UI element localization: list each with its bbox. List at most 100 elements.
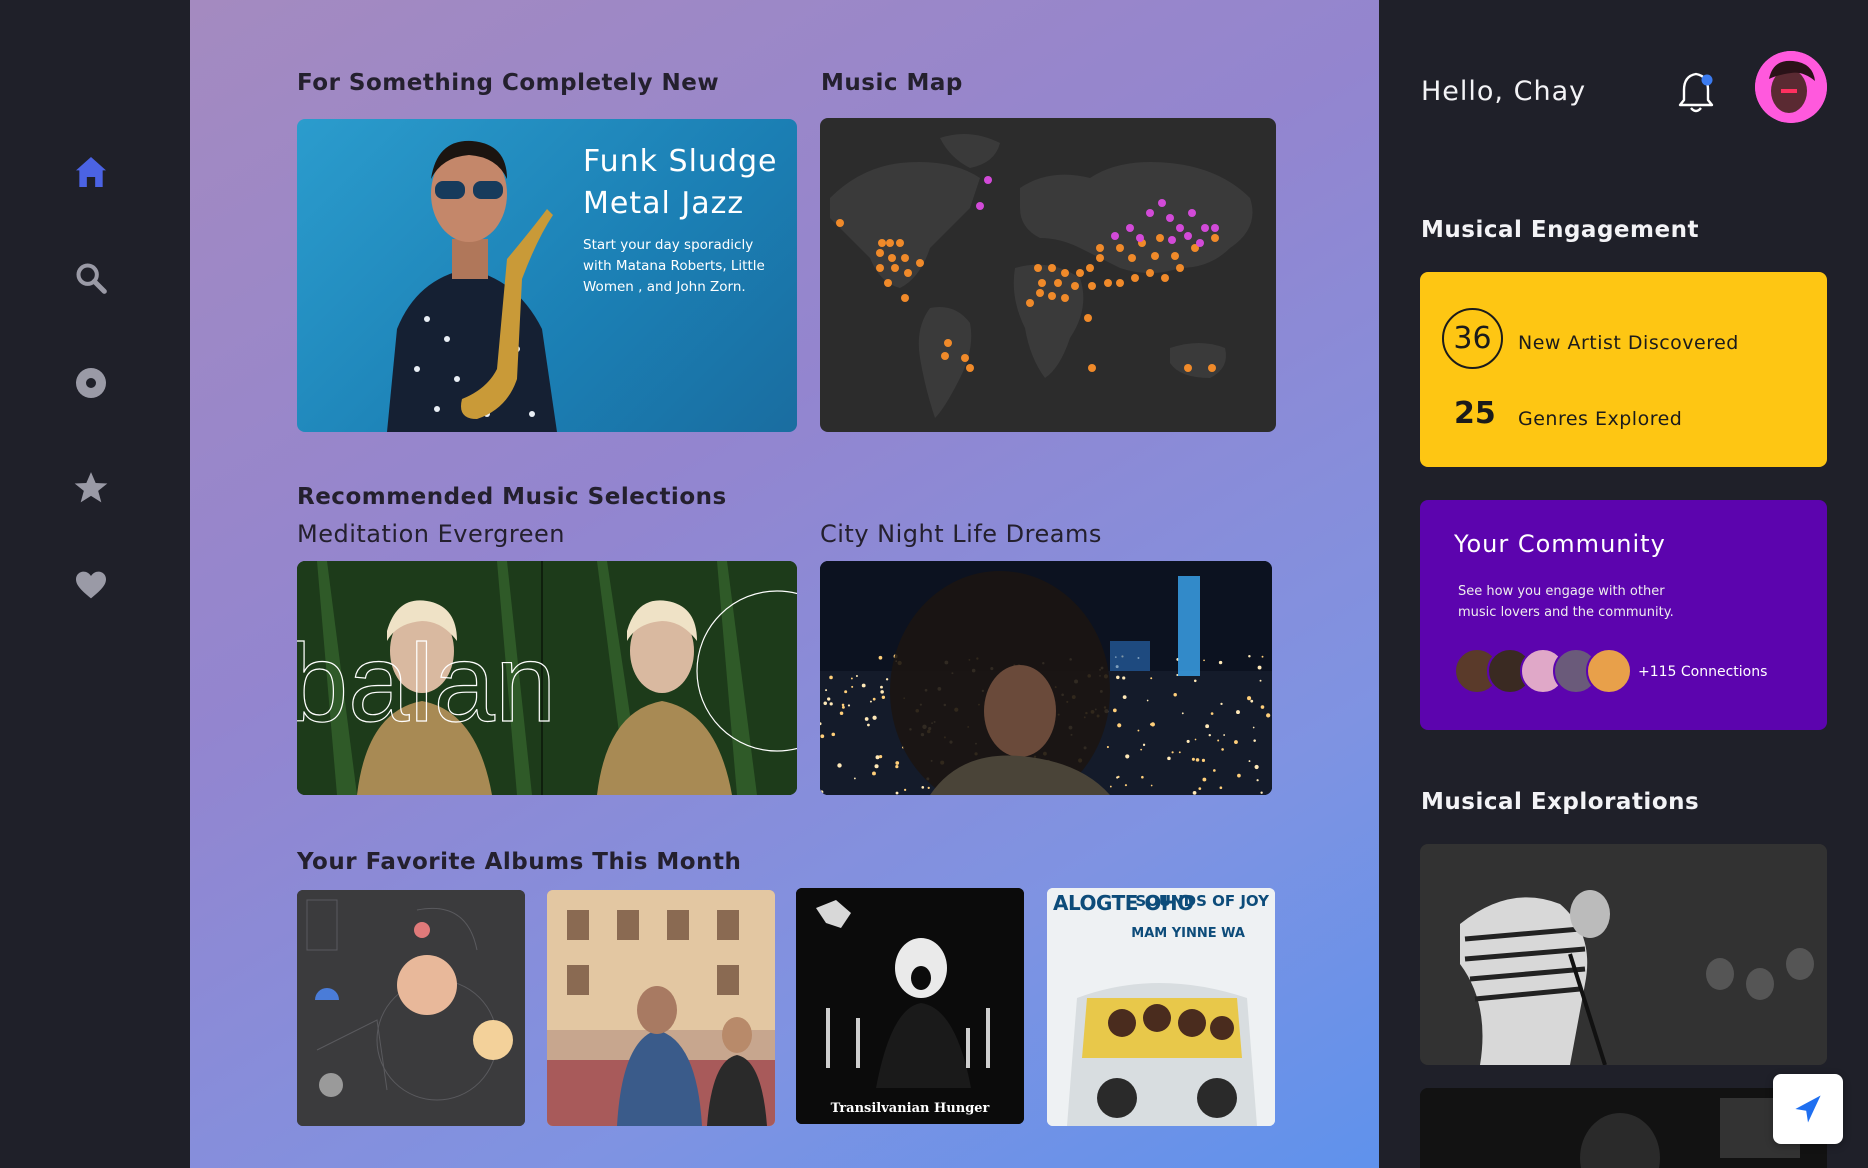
city-light — [837, 763, 842, 768]
svg-text:balan: balan — [297, 622, 556, 745]
map-dot — [1136, 234, 1144, 242]
world-map — [830, 134, 1253, 418]
community-avatars — [1454, 648, 1644, 696]
map-dot — [1211, 224, 1219, 232]
city-light — [1146, 699, 1149, 702]
city-light — [1261, 655, 1264, 658]
city-light — [1192, 790, 1197, 795]
map-dot — [1176, 224, 1184, 232]
avatar — [1586, 648, 1632, 694]
album-cover-2[interactable] — [547, 890, 775, 1126]
city-light — [872, 715, 877, 720]
city-light — [895, 761, 900, 765]
map-dot — [1176, 264, 1184, 272]
community-title: Your Community — [1454, 530, 1666, 558]
city-light — [875, 755, 880, 760]
recommended-item-title-1[interactable]: Meditation Evergreen — [297, 520, 565, 548]
map-dot — [1158, 199, 1166, 207]
city-light — [1248, 760, 1251, 763]
city-light — [1141, 775, 1144, 779]
city-light — [1260, 791, 1263, 794]
featured-card-title: Funk Sludge Metal Jazz — [583, 144, 778, 221]
bell-icon[interactable] — [1675, 68, 1717, 116]
map-dot — [1088, 364, 1096, 372]
city-light — [1122, 676, 1126, 680]
city-light — [1234, 740, 1238, 744]
search-icon[interactable] — [67, 254, 115, 302]
artists-label: New Artist Discovered — [1518, 332, 1739, 354]
city-light — [1117, 723, 1122, 728]
city-light — [1181, 712, 1184, 715]
saxophonist-image — [387, 140, 557, 432]
city-light — [1218, 660, 1223, 665]
send-button[interactable] — [1773, 1074, 1843, 1144]
city-light — [867, 723, 870, 727]
map-dot — [884, 279, 892, 287]
city-light — [881, 695, 886, 699]
city-light — [829, 675, 833, 680]
map-dot — [1096, 254, 1104, 262]
city-light — [839, 711, 844, 716]
right-panel: Hello, Chay Musical Engagement 36 New Ar… — [1379, 0, 1868, 1168]
album-cover-1[interactable] — [297, 890, 525, 1126]
map-dot — [878, 239, 886, 247]
map-dot — [1184, 232, 1192, 240]
city-light — [847, 704, 851, 707]
city-light — [1122, 695, 1127, 700]
music-map-card[interactable] — [820, 118, 1276, 432]
map-dot — [1048, 264, 1056, 272]
meditation-evergreen-image[interactable]: balan — [297, 561, 797, 795]
recommended-item-title-2[interactable]: City Night Life Dreams — [820, 520, 1102, 548]
disc-icon[interactable] — [67, 359, 115, 407]
city-light — [1112, 708, 1117, 713]
city-light — [1125, 754, 1130, 759]
city-light — [895, 765, 899, 769]
city-light — [1247, 696, 1252, 701]
city-light — [851, 685, 854, 688]
exploration-image-2[interactable] — [1420, 1088, 1827, 1168]
map-dot — [1208, 364, 1216, 372]
city-light — [1252, 726, 1255, 729]
city-light — [1198, 787, 1202, 790]
city-light — [1253, 739, 1256, 742]
connections-count[interactable]: +115 Connections — [1638, 664, 1767, 680]
city-night-life-image[interactable] — [820, 561, 1272, 795]
star-icon[interactable] — [67, 464, 115, 512]
city-light — [869, 700, 872, 703]
featured-card-description: Start your day sporadicly with Matana Ro… — [583, 237, 765, 295]
album-cover-3[interactable]: Transilvanian Hunger — [796, 888, 1024, 1124]
map-dot — [886, 239, 894, 247]
map-dot — [1088, 282, 1096, 290]
map-dot — [876, 249, 884, 257]
city-light — [1266, 713, 1271, 718]
map-dot — [1146, 209, 1154, 217]
map-dot — [1128, 254, 1136, 262]
city-light — [1173, 693, 1177, 697]
city-light — [874, 764, 879, 769]
main-content: For Something Completely New Music Map F… — [190, 0, 1379, 1168]
user-avatar[interactable] — [1755, 51, 1827, 123]
city-light — [1150, 677, 1153, 680]
city-light — [1142, 743, 1146, 747]
city-light — [1237, 773, 1241, 778]
album-cover-4[interactable]: ALOGTE OHO SOUNDS OF JOY MAM YINNE WA — [1047, 888, 1275, 1126]
map-dot — [1161, 274, 1169, 282]
map-dot — [1156, 234, 1164, 242]
city-light — [1203, 659, 1205, 662]
city-light — [927, 786, 930, 790]
map-dot — [976, 202, 984, 210]
map-dot — [916, 259, 924, 267]
map-dot — [836, 219, 844, 227]
home-icon[interactable] — [67, 148, 115, 196]
city-light — [841, 705, 845, 709]
map-dot — [901, 254, 909, 262]
album-cover-4-title-3: MAM YINNE WA — [1131, 926, 1245, 941]
heart-icon[interactable] — [67, 561, 115, 609]
city-light — [1195, 758, 1200, 762]
city-light — [1140, 748, 1143, 751]
exploration-image-1[interactable] — [1420, 844, 1827, 1065]
featured-playlist-card[interactable]: Funk Sludge Metal Jazz Start your day sp… — [297, 119, 797, 432]
city-light — [895, 791, 899, 795]
community-card[interactable]: Your Community See how you engage with o… — [1420, 500, 1827, 730]
city-light — [885, 678, 889, 681]
